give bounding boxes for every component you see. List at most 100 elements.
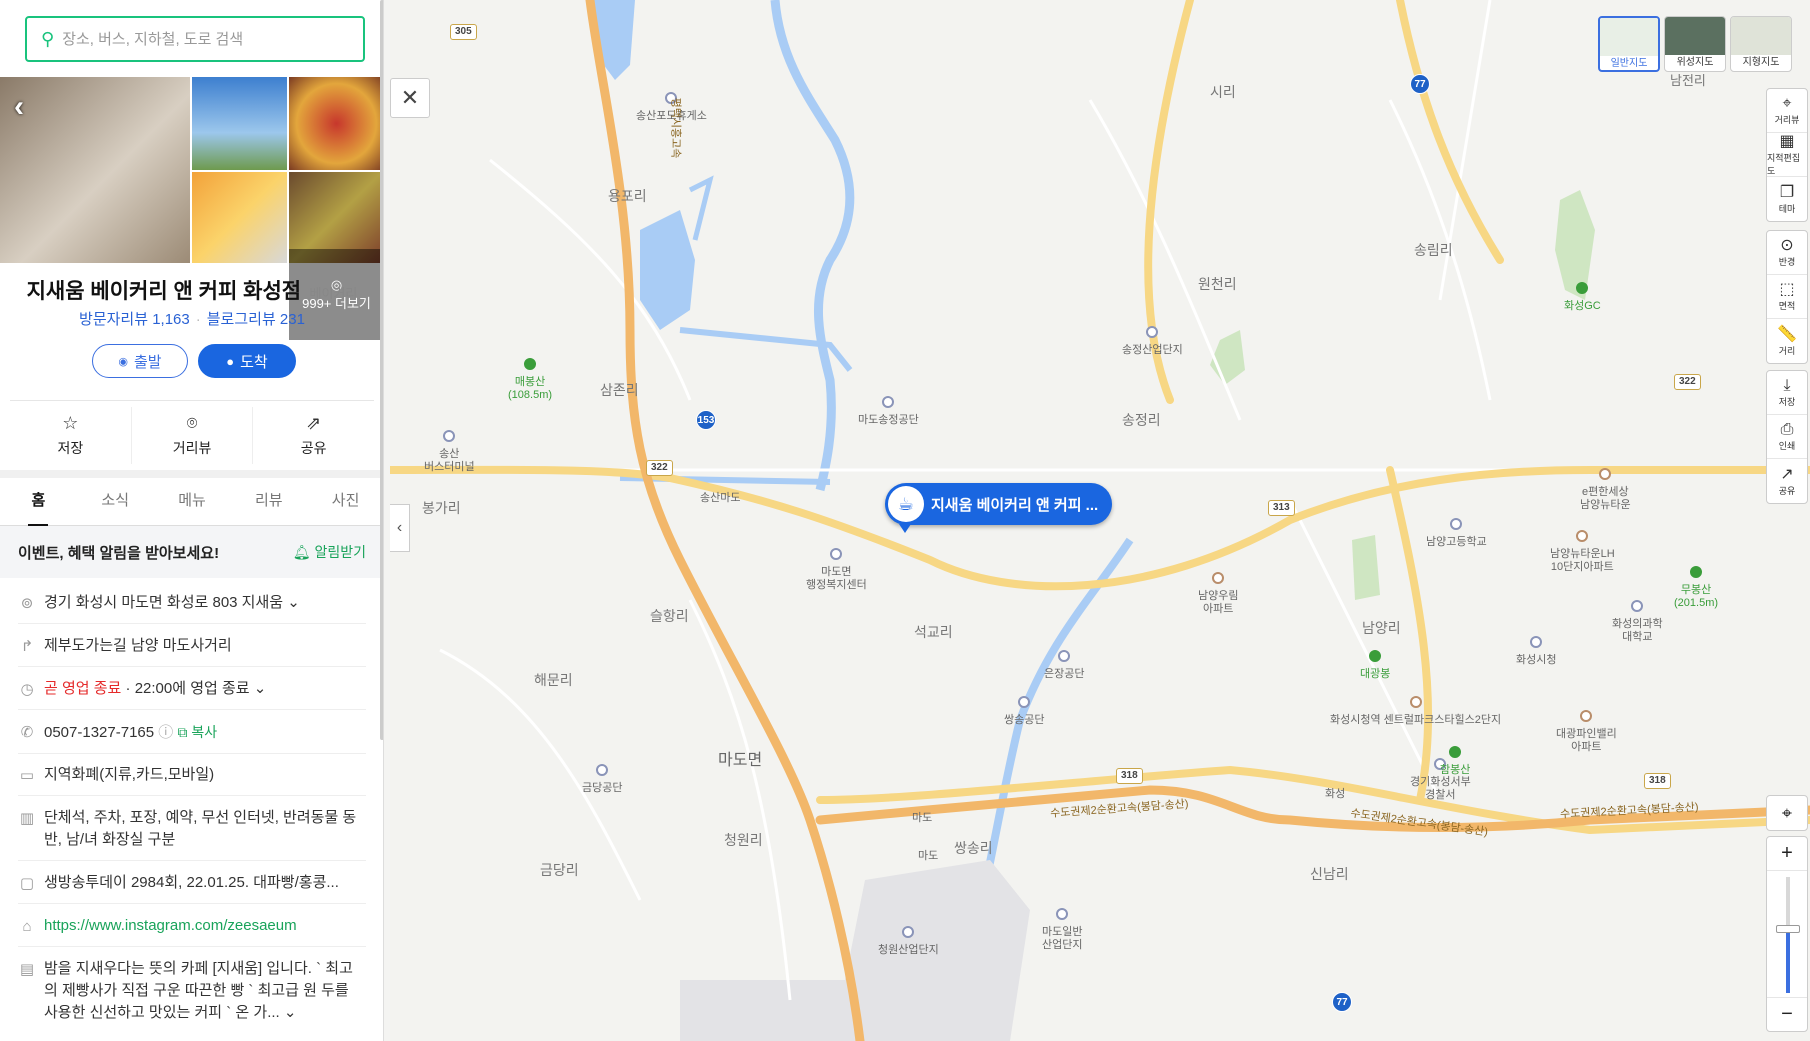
- poi-icon: [1018, 696, 1031, 708]
- map-canvas[interactable]: 시리 용포리 송림리 원천리 삼존리 송정리 봉가리 슬항리 석교리 해문리 마…: [390, 0, 1810, 1041]
- address-text: 경기 화성시 마도면 화성로 803 지새움: [44, 594, 284, 611]
- map-poi[interactable]: 무봉산 (201.5m): [1674, 566, 1718, 610]
- mountain-icon: [1690, 566, 1703, 578]
- zoom-out-button[interactable]: −: [1767, 997, 1807, 1031]
- search-input[interactable]: [62, 30, 333, 48]
- close-panel-button[interactable]: ✕: [390, 78, 430, 118]
- map-label-place: 봉가리: [422, 500, 461, 516]
- map-poi[interactable]: 남양뉴타운LH 10단지아파트: [1550, 530, 1615, 574]
- map-poi[interactable]: 화성GC: [1564, 282, 1601, 313]
- streetview-button[interactable]: ⌾ 거리뷰: [132, 407, 254, 464]
- info-address[interactable]: ⊚ 경기 화성시 마도면 화성로 803 지새움 ⌄: [18, 583, 366, 624]
- tool-label: 인쇄: [1778, 441, 1796, 451]
- action-label: 거리뷰: [172, 440, 212, 456]
- map-poi[interactable]: 송산 버스터미널: [424, 430, 475, 474]
- map-type-terrain[interactable]: 지형지도: [1730, 16, 1792, 72]
- map-type-normal[interactable]: 일반지도: [1598, 16, 1660, 72]
- tool-share[interactable]: ↗ 공유: [1767, 459, 1807, 503]
- share-button[interactable]: ⇗ 공유: [253, 407, 374, 464]
- photo-thumb[interactable]: [289, 77, 383, 170]
- panel-scrollbar[interactable]: [380, 0, 383, 740]
- poi-label: (201.5m): [1674, 597, 1719, 609]
- chevron-left-icon: ‹: [396, 519, 403, 536]
- map-poi[interactable]: 남양우림 아파트: [1198, 572, 1238, 616]
- map-poi[interactable]: 함봉산: [1440, 746, 1470, 777]
- map-poi[interactable]: 화성시청: [1516, 636, 1556, 667]
- route-buttons: ◉ 출발 ● 도착: [92, 344, 296, 378]
- place-title: 지새움 베이커리 앤 커피 화성점 베이커리: [0, 275, 383, 305]
- search-box[interactable]: ⚲: [25, 16, 365, 62]
- map-poi[interactable]: 대광파인밸리 아파트: [1556, 710, 1617, 754]
- blog-reviews-link[interactable]: 블로그리뷰 231: [207, 311, 305, 328]
- save-button[interactable]: ☆ 저장: [10, 407, 132, 464]
- place-panel: ⚲ ◎ 999+ 더보기 ‹ 지새움 베이커리 앤 커피 화성점 베이커리 방문…: [0, 0, 384, 1041]
- poi-label: 화성의과학: [1612, 618, 1663, 630]
- tab-reviews[interactable]: 리뷰: [230, 478, 307, 525]
- tool-cadastral[interactable]: ▦ 지적편집도: [1767, 133, 1807, 177]
- map-poi[interactable]: 금당공단: [582, 764, 622, 795]
- info-website[interactable]: ⌂ https://www.instagram.com/zeesaeum: [18, 906, 366, 947]
- tool-theme[interactable]: ❐ 테마: [1767, 177, 1807, 221]
- tool-print[interactable]: ⎙ 인쇄: [1767, 415, 1807, 459]
- tool-label: 테마: [1778, 203, 1796, 214]
- tab-photos[interactable]: 사진: [307, 478, 383, 525]
- back-button[interactable]: ‹: [14, 90, 24, 124]
- photo-thumb[interactable]: [192, 77, 287, 170]
- map-type-satellite[interactable]: 위성지도: [1664, 16, 1726, 72]
- tool-area[interactable]: ⬚ 면적: [1767, 275, 1807, 319]
- map-poi[interactable]: 마도일반 산업단지: [1042, 908, 1082, 952]
- map-poi[interactable]: 대광봉: [1360, 650, 1390, 681]
- info-description[interactable]: ▤ 밤을 지새우다는 뜻의 카페 [지새움] 입니다. ` 최고의 제빵사가 직…: [18, 949, 366, 1033]
- info-hours[interactable]: ◷ 곧 영업 종료 · 22:00에 영업 종료 ⌄: [18, 669, 366, 710]
- share-icon: ⇗: [306, 413, 322, 433]
- map-poi[interactable]: 은장공단: [1044, 650, 1084, 681]
- tv-text: 생방송투데이 2984회, 22.01.25. 대파빵/홍콩...: [44, 874, 339, 891]
- photo-main[interactable]: [0, 77, 190, 263]
- poi-label: 남양고등학교: [1426, 536, 1487, 548]
- photo-thumb[interactable]: [192, 172, 287, 263]
- place-marker[interactable]: ☕ 지새움 베이커리 앤 커피 ...: [885, 483, 1113, 533]
- photo-gallery[interactable]: ◎ 999+ 더보기: [0, 77, 383, 340]
- tool-streetview[interactable]: ⌖ 거리뷰: [1767, 89, 1807, 133]
- collapse-panel-button[interactable]: ‹: [390, 504, 410, 552]
- map-poi[interactable]: 쌍송공단: [1004, 696, 1044, 727]
- info-phone: ✆ 0507-1327-7165 ⓘ ⧉ 복사: [18, 712, 366, 754]
- map-label-place: 해문리: [534, 672, 573, 688]
- directions-text: 제부도가는길 남양 마도사거리: [44, 637, 232, 654]
- info-payment: ▭ 지역화폐(지류,카드,모바일): [18, 755, 366, 796]
- map-poi[interactable]: e편한세상 남양뉴타운: [1580, 468, 1631, 512]
- website-link[interactable]: https://www.instagram.com/zeesaeum: [44, 917, 297, 934]
- tab-menu[interactable]: 메뉴: [154, 478, 231, 525]
- tool-save[interactable]: ⤓ 저장: [1767, 371, 1807, 415]
- tab-news[interactable]: 소식: [77, 478, 154, 525]
- map-poi[interactable]: 매봉산 (108.5m): [508, 358, 552, 402]
- subscribe-alert-button[interactable]: 🔔︎ 알림받기: [293, 542, 366, 562]
- place-category: 베이커리: [309, 286, 358, 301]
- map-label-place: 마도면: [718, 752, 763, 769]
- map-poi[interactable]: 화성시청역 센트럴파크스타힐스2단지: [1330, 696, 1501, 727]
- copy-button[interactable]: ⧉ 복사: [177, 724, 217, 740]
- map-poi[interactable]: 화성의과학 대학교: [1612, 600, 1663, 644]
- map-poi[interactable]: 송정산업단지: [1122, 326, 1183, 357]
- map-poi[interactable]: 남양고등학교: [1426, 518, 1487, 549]
- zoom-in-button[interactable]: +: [1767, 837, 1807, 871]
- action-bar: ☆ 저장 ⌾ 거리뷰 ⇗ 공유: [10, 400, 374, 470]
- notice-text: 이벤트, 혜택 알림을 받아보세요!: [18, 544, 220, 562]
- poi-icon: [596, 764, 609, 776]
- info-circle-icon[interactable]: ⓘ: [158, 724, 173, 741]
- tool-distance[interactable]: 📏 거리: [1767, 319, 1807, 363]
- tool-radius[interactable]: ⊙ 반경: [1767, 231, 1807, 275]
- map-label-place: 석교리: [914, 624, 953, 640]
- my-location-button[interactable]: ⌖: [1766, 795, 1808, 831]
- map-poi[interactable]: 마도면 행정복지센터: [806, 548, 867, 592]
- arrive-button[interactable]: ● 도착: [198, 344, 296, 378]
- tab-home[interactable]: 홈: [0, 478, 77, 526]
- zoom-handle[interactable]: [1776, 925, 1800, 933]
- visitor-reviews-link[interactable]: 방문자리뷰 1,163: [79, 311, 190, 328]
- payment-icon: ▭: [19, 767, 35, 784]
- map-thumbnail: [1600, 18, 1658, 56]
- map-poi[interactable]: 청원산업단지: [878, 926, 939, 957]
- start-button[interactable]: ◉ 출발: [92, 344, 188, 378]
- map-poi[interactable]: 마도송정공단: [858, 396, 919, 427]
- marker-label: 지새움 베이커리 앤 커피 ...: [931, 496, 1099, 514]
